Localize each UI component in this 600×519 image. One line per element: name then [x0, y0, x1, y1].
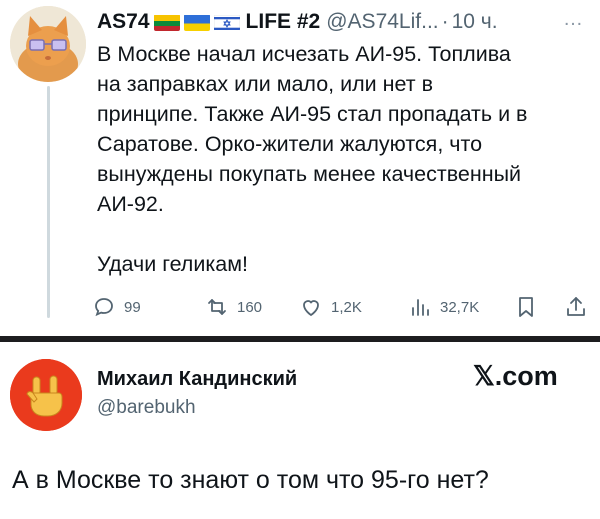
- author-name[interactable]: AS74: [97, 10, 150, 34]
- reply-button[interactable]: 99: [92, 291, 141, 323]
- author-name-suffix[interactable]: LIFE #2: [246, 10, 321, 34]
- repost-icon: [208, 299, 226, 315]
- author-avatar-2[interactable]: [10, 359, 82, 431]
- share-icon: [567, 297, 585, 316]
- bookmark-button[interactable]: [514, 291, 546, 323]
- thread-line: [47, 86, 50, 318]
- reply-count: 99: [124, 298, 141, 316]
- more-options-icon[interactable]: …: [563, 8, 584, 31]
- divider: [0, 336, 600, 342]
- tweet-actions: 99 160 1,2K 32,7K: [92, 291, 597, 323]
- tweet-text-2: А в Москве то знают о том что 95-го нет?: [12, 466, 489, 494]
- tweet-text: В Москве начал исчезать АИ-95. Топлива н…: [97, 42, 528, 276]
- like-count: 1,2K: [331, 298, 362, 316]
- author-name-2[interactable]: Михаил Кандинский: [97, 368, 297, 391]
- ukraine-flag-icon: [183, 14, 210, 31]
- author-avatar[interactable]: [10, 6, 86, 82]
- rock-hand-icon: [10, 359, 82, 431]
- author-handle-2[interactable]: @barebukh: [97, 397, 196, 419]
- x-logo: 𝕏.com: [473, 361, 558, 391]
- views-button[interactable]: 32,7K: [408, 291, 479, 323]
- like-button[interactable]: 1,2K: [299, 291, 362, 323]
- views-icon: [412, 299, 429, 316]
- author-handle[interactable]: @AS74Lif...: [326, 10, 438, 34]
- lithuania-flag-icon: [153, 14, 180, 31]
- views-count: 32,7K: [440, 298, 480, 316]
- bookmark-icon: [519, 297, 533, 317]
- separator-dot: ·: [441, 10, 449, 33]
- israel-flag-icon: [213, 14, 240, 31]
- tweet-header: AS74 LIFE #2 @AS74Lif... · 10 ч.: [97, 10, 498, 34]
- reply-icon: [95, 298, 113, 317]
- repost-button[interactable]: 160: [205, 291, 262, 323]
- heart-icon: [303, 300, 319, 317]
- share-button[interactable]: [564, 291, 596, 323]
- repost-count: 160: [237, 298, 263, 316]
- cat-avatar-icon: [10, 6, 86, 82]
- tweet-time[interactable]: 10 ч.: [452, 10, 498, 34]
